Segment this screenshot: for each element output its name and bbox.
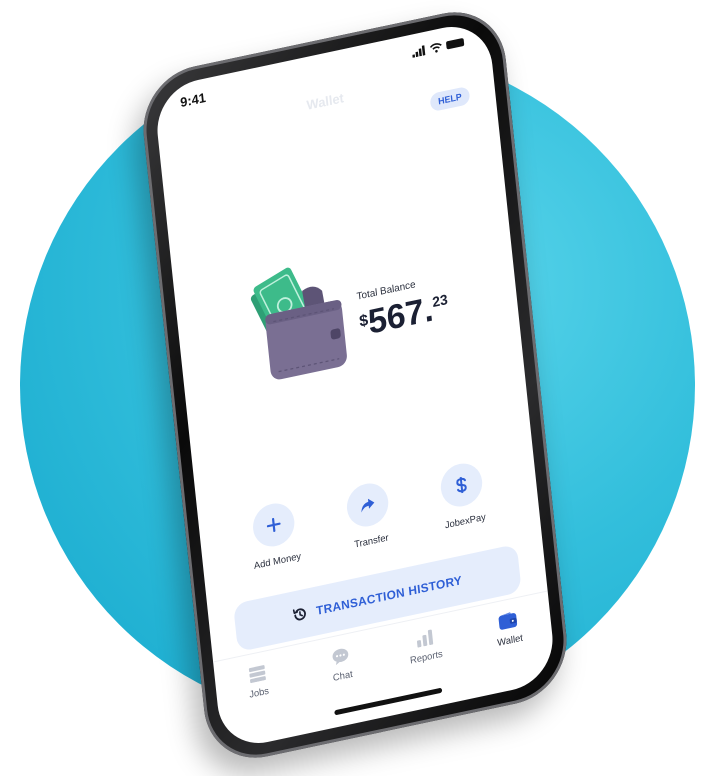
tab-chat[interactable]: Chat xyxy=(311,642,378,731)
dollar-icon xyxy=(456,476,467,494)
tab-jobs[interactable]: Jobs xyxy=(227,659,294,748)
wifi-icon xyxy=(429,43,442,53)
jobs-icon xyxy=(248,665,266,684)
plus-icon xyxy=(266,517,281,533)
status-time: 9:41 xyxy=(179,89,207,110)
phone-mockup: 9:41 Wallet HELP Total Balance $ 567 . 2… xyxy=(0,0,708,776)
reports-icon xyxy=(416,629,433,648)
tab-jobs-label: Jobs xyxy=(248,685,270,701)
transfer-circle[interactable] xyxy=(344,479,391,531)
balance-cents: 23 xyxy=(431,290,449,311)
balance-whole: 567 xyxy=(366,292,426,342)
signal-icon xyxy=(412,45,426,58)
add-money-circle[interactable] xyxy=(250,499,297,551)
tab-wallet[interactable]: Wallet xyxy=(478,606,545,695)
transfer-button[interactable]: Transfer xyxy=(331,477,406,555)
wallet-cash-icon xyxy=(250,267,347,380)
jobexpay-button[interactable]: JobexPay xyxy=(425,457,500,535)
phone-screen: 9:41 Wallet HELP Total Balance $ 567 . 2… xyxy=(152,18,558,752)
tab-chat-label: Chat xyxy=(332,668,354,684)
help-button[interactable]: HELP xyxy=(429,85,471,113)
history-icon xyxy=(293,608,307,621)
status-icons xyxy=(412,37,465,58)
share-arrow-icon xyxy=(361,498,375,513)
jobexpay-circle[interactable] xyxy=(438,459,485,511)
add-money-label: Add Money xyxy=(253,550,302,572)
transaction-history-label: TRANSACTION HISTORY xyxy=(315,573,463,619)
tab-wallet-label: Wallet xyxy=(496,632,524,650)
phone-device: 9:41 Wallet HELP Total Balance $ 567 . 2… xyxy=(137,1,573,769)
tab-reports-label: Reports xyxy=(409,648,444,667)
wallet-icon xyxy=(498,612,518,630)
chat-icon xyxy=(332,648,349,666)
jobexpay-label: JobexPay xyxy=(444,511,487,532)
battery-icon xyxy=(445,37,465,50)
add-money-button[interactable]: Add Money xyxy=(237,497,312,575)
transfer-label: Transfer xyxy=(353,532,390,551)
